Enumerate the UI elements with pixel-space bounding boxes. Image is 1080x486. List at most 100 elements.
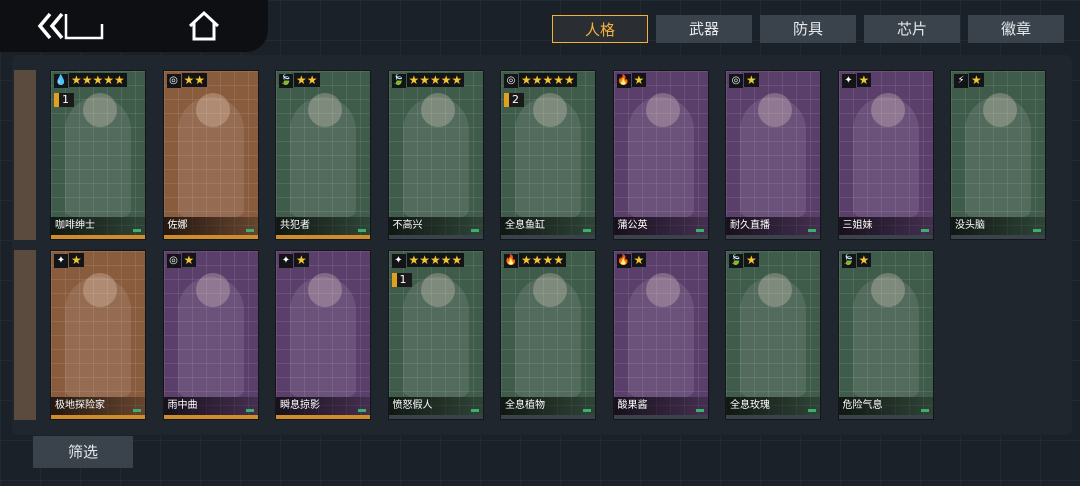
tab-weapon[interactable]: 武器 — [656, 15, 752, 43]
persona-card[interactable]: 🔥 ★★★★ 全息植物 — [500, 250, 596, 420]
status-indicator — [808, 229, 816, 232]
card-name: 蒲公英 — [613, 217, 708, 235]
character-head — [870, 273, 905, 307]
character-head — [308, 93, 342, 127]
star-element-icon: ✦ — [841, 74, 856, 88]
card-name: 全息鱼缸 — [501, 217, 595, 235]
partial-card[interactable] — [14, 70, 36, 240]
character-head — [870, 93, 905, 127]
rarity-stars: ★ — [294, 253, 309, 267]
persona-card[interactable]: 💧 ★★★★★ 1 咖啡绅士 — [50, 70, 146, 240]
character-head — [758, 273, 792, 307]
persona-card[interactable]: ◎ ★ 耐久直播 — [725, 70, 821, 240]
card-bottom-bar — [163, 415, 258, 419]
status-indicator — [583, 229, 591, 232]
persona-card[interactable]: ◎ ★ 雨中曲 — [162, 250, 259, 420]
status-indicator — [695, 409, 704, 412]
card-name: 三姐妹 — [838, 217, 933, 235]
partial-card[interactable] — [14, 250, 36, 420]
spiral-element-icon: ◎ — [166, 254, 181, 268]
rarity-stars: ★ — [69, 253, 84, 267]
water-element-icon: 💧 — [54, 74, 68, 88]
tab-badge[interactable]: 徽章 — [968, 15, 1064, 43]
duplicate-count-badge: 1 — [54, 93, 74, 107]
fire-element-icon: 🔥 — [616, 74, 631, 88]
persona-card[interactable]: 🍃 ★★★★★ 不高兴 — [387, 70, 484, 240]
bolt-element-icon: ⚡ — [954, 74, 968, 88]
rarity-stars: ★★★★★ — [406, 73, 465, 87]
persona-card[interactable]: 🔥 ★ 酸果酱 — [612, 250, 709, 420]
fire-element-icon: 🔥 — [504, 254, 518, 268]
card-name: 耐久直播 — [726, 217, 820, 235]
spiral-element-icon: ◎ — [166, 74, 181, 88]
card-bottom-bar — [951, 235, 1045, 239]
card-name: 瞬息掠影 — [276, 397, 370, 415]
character-head — [645, 273, 680, 307]
character-head — [308, 273, 342, 307]
filter-button[interactable]: 筛选 — [33, 436, 133, 468]
rarity-stars: ★ — [631, 73, 647, 87]
star-element-icon: ✦ — [391, 254, 406, 268]
rarity-stars: ★★★★ — [519, 253, 567, 267]
persona-card[interactable]: 🍃 ★ 危险气息 — [837, 250, 934, 420]
card-bottom-bar — [163, 235, 258, 239]
character-head — [420, 273, 455, 307]
card-name: 雨中曲 — [163, 397, 258, 415]
card-bottom-bar — [726, 235, 820, 239]
star-element-icon: ✦ — [54, 254, 68, 268]
card-bottom-bar — [51, 235, 145, 239]
home-icon[interactable] — [184, 8, 224, 44]
card-name: 共犯者 — [276, 217, 370, 235]
card-name: 危险气息 — [838, 397, 933, 415]
tab-persona[interactable]: 人格 — [552, 15, 648, 43]
status-indicator — [920, 409, 929, 412]
character-head — [420, 93, 455, 127]
card-bottom-bar — [613, 415, 708, 419]
persona-card[interactable]: ◎ ★★★★★ 2 全息鱼缸 — [500, 70, 596, 240]
card-bottom-bar — [501, 235, 595, 239]
card-bottom-bar — [51, 415, 145, 419]
rarity-stars: ★ — [181, 253, 197, 267]
persona-card[interactable]: ⚡ ★ 没头脑 — [950, 70, 1046, 240]
tab-chip[interactable]: 芯片 — [864, 15, 960, 43]
tab-armor[interactable]: 防具 — [760, 15, 856, 43]
persona-card[interactable]: ✦ ★ 极地探险家 — [50, 250, 146, 420]
star-element-icon: ✦ — [279, 254, 293, 268]
character-head — [195, 273, 230, 307]
rarity-stars: ★★★★★ — [69, 73, 127, 87]
card-bottom-bar — [388, 415, 483, 419]
character-head — [83, 93, 117, 127]
leaf-element-icon: 🍃 — [841, 254, 856, 268]
persona-card[interactable]: ✦ ★★★★★ 1 愤怒假人 — [387, 250, 484, 420]
status-indicator — [245, 229, 254, 232]
character-head — [195, 93, 230, 127]
card-bottom-bar — [838, 415, 933, 419]
spiral-element-icon: ◎ — [729, 74, 743, 88]
persona-card[interactable]: ◎ ★★ 佐娜 — [162, 70, 259, 240]
spiral-element-icon: ◎ — [504, 74, 518, 88]
leaf-element-icon: 🍃 — [279, 74, 293, 88]
character-head — [533, 93, 567, 127]
character-head — [983, 93, 1017, 127]
status-indicator — [245, 409, 254, 412]
persona-card[interactable]: 🔥 ★ 蒲公英 — [612, 70, 709, 240]
top-nav-bar — [0, 0, 268, 52]
card-bottom-bar — [838, 235, 933, 239]
status-indicator — [133, 409, 141, 412]
rarity-stars: ★★ — [181, 73, 208, 87]
persona-card[interactable]: 🍃 ★ 全息玫瑰 — [725, 250, 821, 420]
rarity-stars: ★ — [856, 253, 872, 267]
character-head — [533, 273, 567, 307]
status-indicator — [920, 229, 929, 232]
character-head — [758, 93, 792, 127]
persona-card[interactable]: 🍃 ★★ 共犯者 — [275, 70, 371, 240]
rarity-stars: ★★★★★ — [519, 73, 577, 87]
leaf-element-icon: 🍃 — [391, 74, 406, 88]
persona-card[interactable]: ✦ ★ 瞬息掠影 — [275, 250, 371, 420]
rarity-stars: ★ — [969, 73, 984, 87]
character-head — [645, 93, 680, 127]
back-arrow-icon[interactable] — [36, 8, 108, 44]
card-name: 全息玫瑰 — [726, 397, 820, 415]
persona-card[interactable]: ✦ ★ 三姐妹 — [837, 70, 934, 240]
character-head — [83, 273, 117, 307]
